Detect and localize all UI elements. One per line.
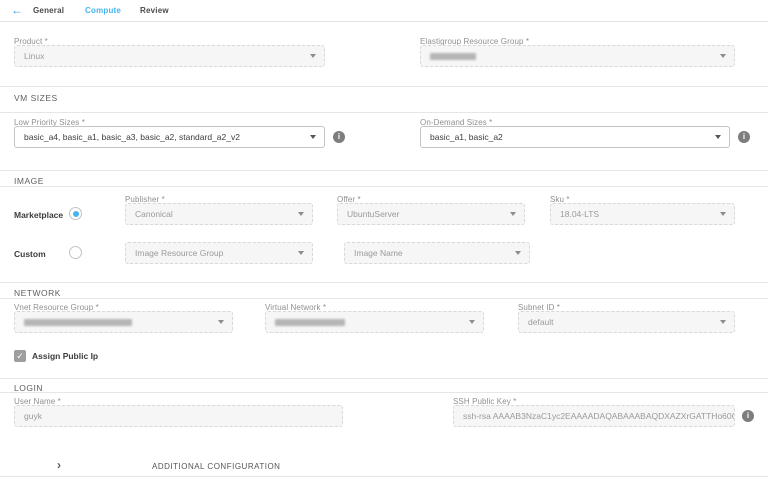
section-divider: [0, 476, 768, 477]
offer-select[interactable]: UbuntuServer: [337, 203, 525, 225]
section-divider: [0, 298, 768, 299]
chevron-down-icon: [720, 54, 726, 58]
expand-chevron-icon[interactable]: ›: [57, 458, 61, 472]
section-divider: [0, 378, 768, 379]
additional-configuration-toggle[interactable]: ADDITIONAL CONFIGURATION: [152, 462, 280, 471]
subnet-id-select[interactable]: default: [518, 311, 735, 333]
custom-option-label: Custom: [14, 249, 46, 259]
ssh-public-key-input[interactable]: ssh-rsa AAAAB3NzaC1yc2EAAAADAQABAAABAQDX…: [453, 405, 735, 427]
offer-value: UbuntuServer: [338, 209, 415, 219]
ssh-public-key-value: ssh-rsa AAAAB3NzaC1yc2EAAAADAQABAAABAQDX…: [454, 411, 734, 421]
redacted-value: [24, 319, 132, 326]
sku-select[interactable]: 18.04-LTS: [550, 203, 735, 225]
chevron-down-icon: [298, 251, 304, 255]
chevron-down-icon: [720, 212, 726, 216]
chevron-down-icon: [218, 320, 224, 324]
vm-sizes-section-title: VM SIZES: [14, 93, 58, 103]
subnet-id-value: default: [519, 317, 570, 327]
marketplace-option-label: Marketplace: [14, 210, 63, 220]
wizard-tab-bar: ← General Compute Review: [0, 0, 768, 22]
image-name-placeholder: Image Name: [345, 248, 419, 258]
section-divider: [0, 392, 768, 393]
user-name-value: guyk: [15, 411, 58, 421]
chevron-down-icon: [720, 320, 726, 324]
chevron-down-icon: [715, 135, 721, 139]
info-icon[interactable]: i: [742, 410, 754, 422]
info-icon[interactable]: i: [738, 131, 750, 143]
low-priority-sizes-value: basic_a4, basic_a1, basic_a3, basic_a2, …: [15, 132, 256, 142]
tab-review[interactable]: Review: [140, 6, 169, 15]
custom-radio[interactable]: [69, 246, 82, 259]
user-name-input[interactable]: guyk: [14, 405, 343, 427]
elastigroup-resource-group-select[interactable]: [420, 45, 735, 67]
product-select[interactable]: Linux: [14, 45, 325, 67]
section-divider: [0, 112, 768, 113]
publisher-select[interactable]: Canonical: [125, 203, 313, 225]
image-resource-group-placeholder: Image Resource Group: [126, 248, 239, 258]
back-arrow-icon[interactable]: ←: [11, 3, 23, 17]
vnet-resource-group-select[interactable]: [14, 311, 233, 333]
chevron-down-icon: [298, 212, 304, 216]
image-resource-group-select[interactable]: Image Resource Group: [125, 242, 313, 264]
chevron-down-icon: [310, 54, 316, 58]
chevron-down-icon: [510, 212, 516, 216]
chevron-down-icon: [515, 251, 521, 255]
assign-public-ip-label: Assign Public Ip: [32, 351, 98, 361]
product-value: Linux: [15, 51, 60, 61]
on-demand-sizes-value: basic_a1, basic_a2: [421, 132, 519, 142]
publisher-value: Canonical: [126, 209, 189, 219]
low-priority-sizes-select[interactable]: basic_a4, basic_a1, basic_a3, basic_a2, …: [14, 126, 325, 148]
tab-compute[interactable]: Compute: [85, 6, 121, 15]
redacted-value: [430, 53, 476, 60]
redacted-value: [275, 319, 345, 326]
section-divider: [0, 170, 768, 171]
image-section-title: IMAGE: [14, 176, 44, 186]
image-name-select[interactable]: Image Name: [344, 242, 530, 264]
chevron-down-icon: [310, 135, 316, 139]
sku-value: 18.04-LTS: [551, 209, 615, 219]
assign-public-ip-checkbox[interactable]: ✓: [14, 350, 26, 362]
chevron-down-icon: [469, 320, 475, 324]
virtual-network-select[interactable]: [265, 311, 484, 333]
tab-general[interactable]: General: [33, 6, 64, 15]
section-divider: [0, 282, 768, 283]
info-icon[interactable]: i: [333, 131, 345, 143]
marketplace-radio[interactable]: [69, 207, 82, 220]
network-section-title: NETWORK: [14, 288, 61, 298]
on-demand-sizes-select[interactable]: basic_a1, basic_a2: [420, 126, 730, 148]
section-divider: [0, 86, 768, 87]
section-divider: [0, 186, 768, 187]
compute-form-page: ← General Compute Review Product * Linux…: [0, 0, 768, 483]
